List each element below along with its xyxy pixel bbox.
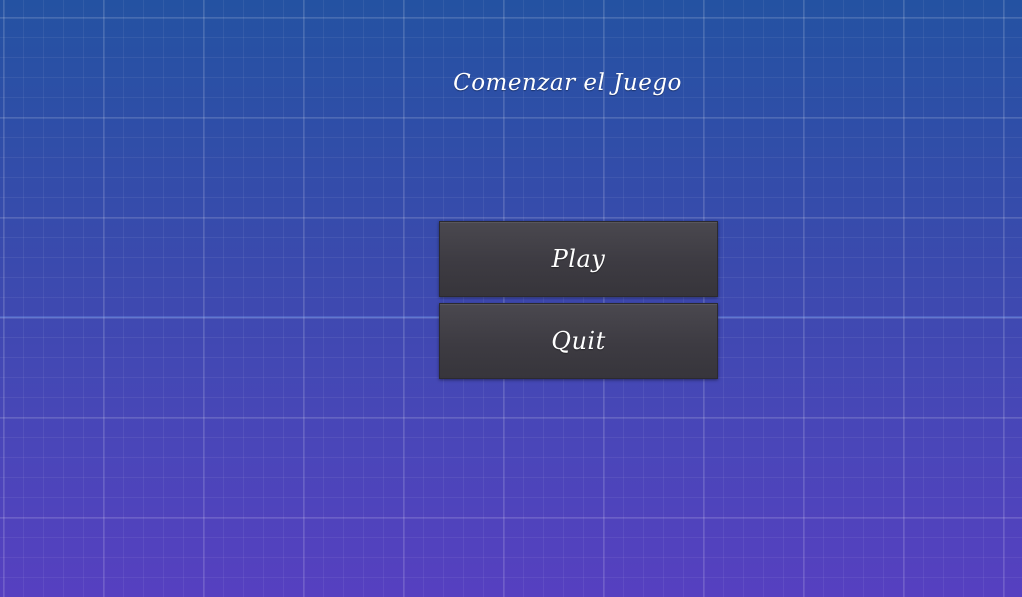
game-title: Comenzar el Juego: [453, 70, 682, 96]
play-button[interactable]: Play: [439, 221, 718, 297]
quit-button[interactable]: Quit: [439, 303, 718, 379]
quit-button-label: Quit: [551, 327, 606, 355]
play-button-label: Play: [551, 245, 606, 273]
